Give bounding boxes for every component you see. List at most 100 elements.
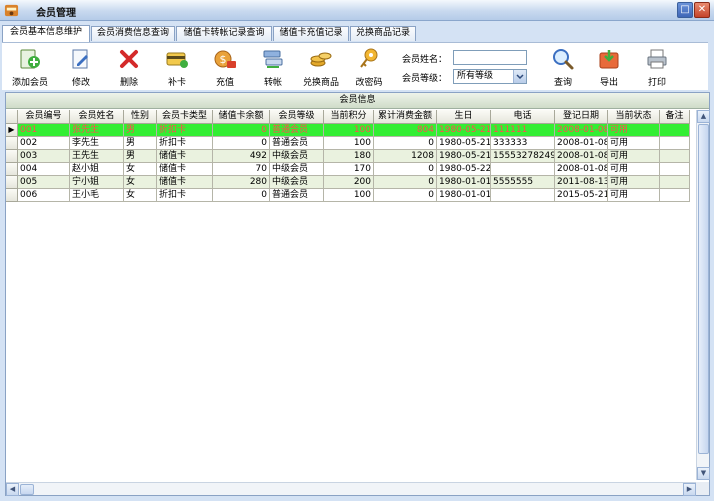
table-cell[interactable]: 男: [124, 150, 157, 163]
table-cell[interactable]: 女: [124, 176, 157, 189]
horizontal-scroll-thumb[interactable]: [20, 484, 34, 495]
table-cell[interactable]: [660, 124, 690, 137]
table-cell[interactable]: 2008-01-08: [555, 137, 608, 150]
table-row[interactable]: 002 李先生男折扣卡 0 普通会员 100 0 1980-05-21 333333 2008-…: [6, 137, 690, 150]
column-header[interactable]: 备注: [660, 110, 690, 124]
table-cell[interactable]: 333333: [491, 137, 555, 150]
table-cell[interactable]: 5555555: [491, 176, 555, 189]
table-row[interactable]: 005 宁小姐女储值卡 280 中级会员 200 0 1980-01-01 5555555 20…: [6, 176, 690, 189]
table-cell[interactable]: 200: [324, 176, 374, 189]
table-row[interactable]: 006 王小毛女折扣卡 0 普通会员 100 0 1980-01-01 2015-05-21 可…: [6, 189, 690, 202]
export-button[interactable]: 导出: [592, 47, 626, 89]
tab-transfer-records[interactable]: 储值卡转帐记录查询: [176, 26, 272, 41]
tab-exchange-records[interactable]: 兑换商品记录: [350, 26, 416, 41]
table-cell[interactable]: 李先生: [70, 137, 124, 150]
recharge-button[interactable]: $ 充值: [208, 47, 242, 89]
table-row[interactable]: 004 赵小姐女储值卡 70 中级会员 170 0 1980-05-22 2008-01-08…: [6, 163, 690, 176]
table-cell[interactable]: 0: [374, 163, 437, 176]
table-cell[interactable]: 可用: [608, 176, 660, 189]
tab-recharge-records[interactable]: 储值卡充值记录: [273, 26, 349, 41]
table-cell[interactable]: 1980-05-21: [437, 150, 491, 163]
scroll-left-icon[interactable]: ◀: [6, 483, 19, 496]
table-row[interactable]: 001 张先生男折扣卡 0 普通会员 100 804 1980-05-21 111111 200…: [6, 124, 690, 137]
table-cell[interactable]: 张先生: [70, 124, 124, 137]
vertical-scroll-thumb[interactable]: [698, 124, 709, 454]
table-cell[interactable]: 1980-01-01: [437, 176, 491, 189]
table-cell[interactable]: 280: [213, 176, 270, 189]
table-cell[interactable]: 100: [324, 189, 374, 202]
column-header[interactable]: 当前积分: [324, 110, 374, 124]
table-cell[interactable]: 中级会员: [270, 150, 324, 163]
table-cell[interactable]: 170: [324, 163, 374, 176]
table-cell[interactable]: 普通会员: [270, 189, 324, 202]
table-cell[interactable]: 折扣卡: [157, 124, 213, 137]
table-cell[interactable]: 中级会员: [270, 176, 324, 189]
table-cell[interactable]: 普通会员: [270, 137, 324, 150]
table-cell[interactable]: 可用: [608, 124, 660, 137]
table-cell[interactable]: 004: [18, 163, 70, 176]
scroll-right-icon[interactable]: ▶: [683, 483, 696, 496]
table-cell[interactable]: 100: [324, 137, 374, 150]
table-cell[interactable]: 0: [374, 189, 437, 202]
column-header[interactable]: 储值卡余额: [213, 110, 270, 124]
table-cell[interactable]: 王先生: [70, 150, 124, 163]
table-cell[interactable]: 1980-01-01: [437, 189, 491, 202]
column-header[interactable]: 电话: [491, 110, 555, 124]
table-cell[interactable]: 王小毛: [70, 189, 124, 202]
table-cell[interactable]: 2008-01-08: [555, 124, 608, 137]
table-cell[interactable]: 0: [374, 137, 437, 150]
table-cell[interactable]: [491, 189, 555, 202]
table-cell[interactable]: 储值卡: [157, 163, 213, 176]
delete-button[interactable]: 删除: [112, 47, 146, 89]
horizontal-scrollbar[interactable]: ◀ ▶: [6, 482, 696, 496]
table-cell[interactable]: 折扣卡: [157, 189, 213, 202]
exchange-goods-button[interactable]: 兑换商品: [300, 47, 342, 89]
add-member-button[interactable]: 添加会员: [8, 47, 52, 89]
column-header[interactable]: 会员等级: [270, 110, 324, 124]
column-header[interactable]: 登记日期: [555, 110, 608, 124]
table-cell[interactable]: 中级会员: [270, 163, 324, 176]
query-button[interactable]: 查询: [546, 47, 580, 89]
table-cell[interactable]: [660, 176, 690, 189]
table-cell[interactable]: 可用: [608, 189, 660, 202]
table-cell[interactable]: 2015-05-21: [555, 189, 608, 202]
table-cell[interactable]: 492: [213, 150, 270, 163]
table-cell[interactable]: 折扣卡: [157, 137, 213, 150]
table-cell[interactable]: 0: [374, 176, 437, 189]
table-cell[interactable]: 0: [213, 189, 270, 202]
table-cell[interactable]: 普通会员: [270, 124, 324, 137]
table-cell[interactable]: 002: [18, 137, 70, 150]
close-button[interactable]: ✕: [694, 2, 710, 18]
column-header[interactable]: 会员姓名: [70, 110, 124, 124]
edit-button[interactable]: 修改: [64, 47, 98, 89]
table-cell[interactable]: 宁小姐: [70, 176, 124, 189]
table-cell[interactable]: [660, 189, 690, 202]
column-header[interactable]: 性别: [124, 110, 157, 124]
column-header[interactable]: 累计消费金额: [374, 110, 437, 124]
tab-consumption-query[interactable]: 会员消费信息查询: [91, 26, 175, 41]
table-cell[interactable]: 男: [124, 124, 157, 137]
transfer-button[interactable]: 转帐: [256, 47, 290, 89]
table-cell[interactable]: [660, 150, 690, 163]
table-cell[interactable]: 1980-05-21: [437, 124, 491, 137]
table-cell[interactable]: 2011-08-13: [555, 176, 608, 189]
print-button[interactable]: 打印: [640, 47, 674, 89]
table-cell[interactable]: 70: [213, 163, 270, 176]
table-cell[interactable]: 女: [124, 189, 157, 202]
table-cell[interactable]: [660, 137, 690, 150]
table-cell[interactable]: 1980-05-22: [437, 163, 491, 176]
column-header[interactable]: 生日: [437, 110, 491, 124]
table-cell[interactable]: [660, 163, 690, 176]
column-header[interactable]: 会员编号: [18, 110, 70, 124]
table-row[interactable]: 003 王先生男储值卡 492 中级会员 180 1208 1980-05-21 155532…: [6, 150, 690, 163]
table-cell[interactable]: 003: [18, 150, 70, 163]
table-cell[interactable]: 女: [124, 163, 157, 176]
table-cell[interactable]: 1208: [374, 150, 437, 163]
table-cell[interactable]: 可用: [608, 137, 660, 150]
table-cell[interactable]: 2008-01-08: [555, 163, 608, 176]
table-cell[interactable]: 储值卡: [157, 176, 213, 189]
scroll-up-icon[interactable]: ▲: [697, 110, 710, 123]
table-cell[interactable]: 储值卡: [157, 150, 213, 163]
column-header[interactable]: 会员卡类型: [157, 110, 213, 124]
table-cell[interactable]: 001: [18, 124, 70, 137]
